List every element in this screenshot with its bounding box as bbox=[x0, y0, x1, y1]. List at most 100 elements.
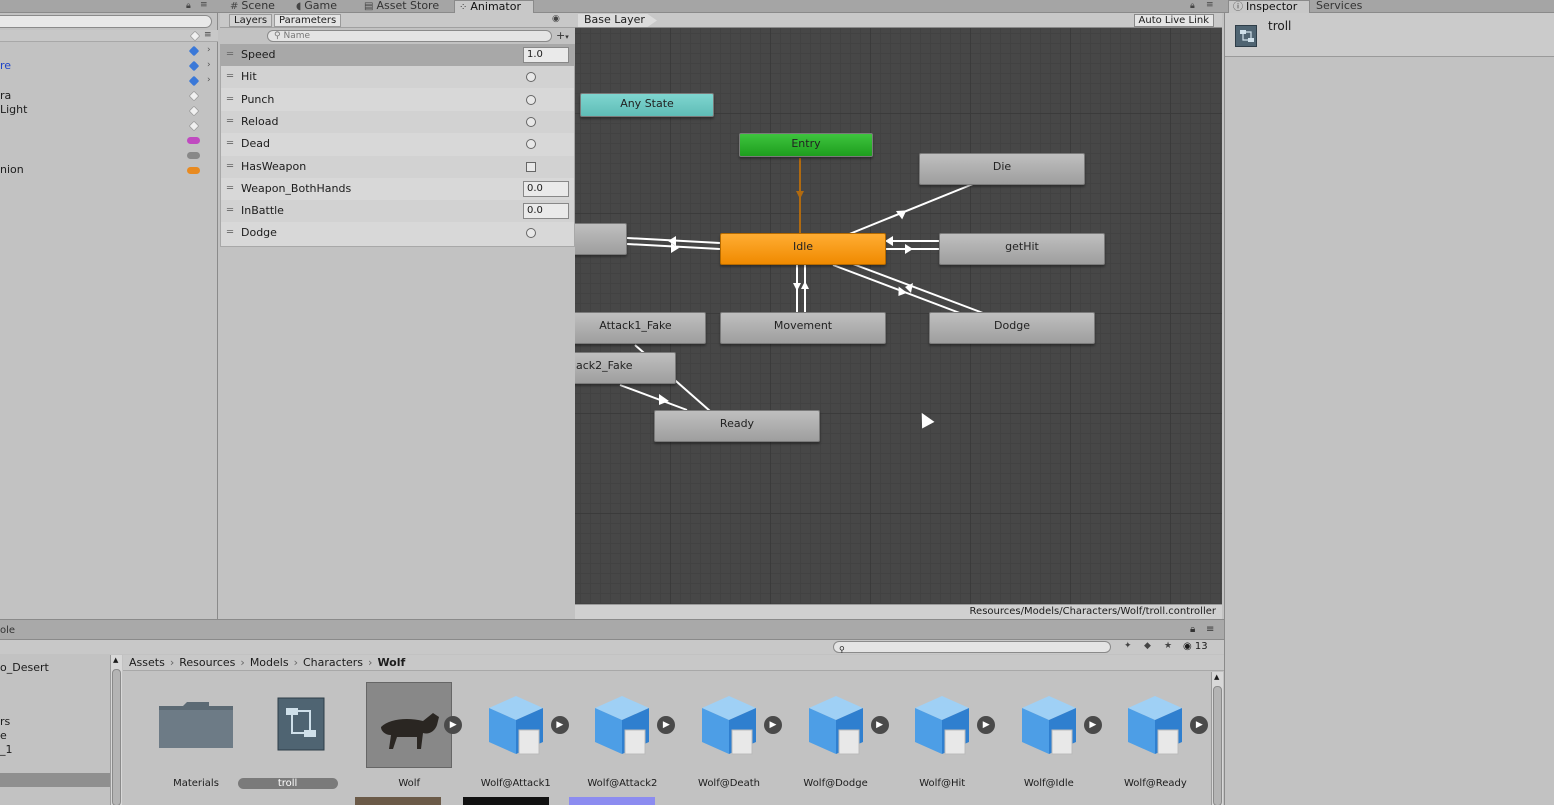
tree-item[interactable]: o_Desert bbox=[0, 661, 49, 674]
state-offscreen[interactable] bbox=[575, 223, 627, 255]
chevron-right-icon[interactable]: › bbox=[207, 75, 211, 85]
asset-thumbnail[interactable] bbox=[463, 797, 549, 805]
console-tab-label[interactable]: ole bbox=[0, 625, 15, 636]
scroll-up-icon[interactable]: ▲ bbox=[113, 656, 118, 664]
hierarchy-item[interactable]: ra bbox=[0, 89, 11, 103]
state-attack2-fake[interactable]: ack2_Fake bbox=[575, 352, 676, 384]
asset-item[interactable]: troll bbox=[237, 682, 346, 792]
parameter-row[interactable]: ═ Dead bbox=[221, 133, 574, 155]
drag-handle-icon[interactable]: ═ bbox=[227, 89, 233, 111]
drag-handle-icon[interactable]: ═ bbox=[227, 178, 233, 200]
state-gethit[interactable]: getHit bbox=[939, 233, 1105, 265]
transition-attack2-ready[interactable] bbox=[619, 384, 688, 411]
state-any-state[interactable]: Any State bbox=[580, 93, 714, 117]
parameter-search-input[interactable]: ⚲ Name bbox=[267, 30, 552, 42]
state-dodge[interactable]: Dodge bbox=[929, 312, 1095, 344]
hierarchy-search-input[interactable] bbox=[0, 15, 212, 28]
tree-item[interactable]: _1 bbox=[0, 743, 13, 756]
asset-scroll-thumb[interactable] bbox=[1213, 686, 1222, 805]
menu-icon[interactable]: ≡ bbox=[1206, 0, 1214, 10]
tree-item[interactable]: rs bbox=[0, 715, 10, 728]
drag-handle-icon[interactable]: ═ bbox=[227, 200, 233, 222]
parameter-row[interactable]: ═ Dodge bbox=[221, 222, 574, 244]
label-icon[interactable]: ◆ bbox=[1144, 641, 1151, 651]
star-icon[interactable]: ★ bbox=[1164, 641, 1172, 651]
tab-game[interactable]: ◖ Game bbox=[292, 0, 341, 13]
state-attack1-fake[interactable]: Attack1_Fake bbox=[575, 312, 706, 344]
breadcrumb-characters[interactable]: Characters bbox=[303, 656, 363, 669]
drag-handle-icon[interactable]: ═ bbox=[227, 133, 233, 155]
menu-icon[interactable]: ≡ bbox=[1206, 624, 1214, 635]
tab-layers[interactable]: Layers bbox=[229, 14, 273, 27]
parameter-value-input[interactable]: 1.0 bbox=[523, 47, 569, 63]
menu-icon[interactable]: ≡ bbox=[200, 0, 208, 10]
lock-icon[interactable]: 🔒︎ bbox=[186, 1, 191, 11]
asset-item[interactable]: ▶ Wolf@Hit bbox=[879, 682, 996, 792]
parameter-row[interactable]: ═ Reload bbox=[221, 110, 574, 133]
state-die[interactable]: Die bbox=[919, 153, 1085, 185]
asset-item[interactable]: ▶ Wolf bbox=[346, 682, 463, 792]
drag-handle-icon[interactable]: ═ bbox=[227, 111, 233, 133]
state-ready[interactable]: Ready bbox=[654, 410, 820, 442]
transition-idle-die[interactable] bbox=[846, 183, 974, 236]
parameter-value-input[interactable]: 0.0 bbox=[523, 203, 569, 220]
parameter-value-input[interactable]: 0.0 bbox=[523, 180, 569, 197]
breadcrumb-wolf[interactable]: Wolf bbox=[377, 656, 405, 669]
parameter-row[interactable]: ═ Hit bbox=[221, 66, 574, 89]
play-icon[interactable]: ▶ bbox=[1190, 716, 1209, 734]
tab-services[interactable]: Services bbox=[1312, 0, 1366, 13]
parameter-row[interactable]: ═ HasWeapon bbox=[221, 155, 574, 178]
tab-parameters[interactable]: Parameters bbox=[274, 14, 342, 27]
asset-item[interactable]: ▶ Wolf@Idle bbox=[986, 682, 1102, 792]
add-parameter-button[interactable]: +▾ bbox=[556, 29, 569, 42]
parameter-checkbox[interactable] bbox=[526, 161, 536, 172]
drag-handle-icon[interactable]: ═ bbox=[227, 66, 233, 88]
drag-handle-icon[interactable]: ═ bbox=[227, 44, 233, 66]
lock-icon[interactable]: 🔒︎ bbox=[1190, 1, 1195, 11]
tree-scrollbar[interactable]: ▲ bbox=[110, 655, 122, 805]
hierarchy-item[interactable]: Light bbox=[0, 103, 27, 117]
hierarchy-item[interactable]: nion bbox=[0, 163, 24, 177]
asset-item[interactable]: ▶ Wolf@Attack1 bbox=[453, 682, 569, 792]
tree-item[interactable]: e bbox=[0, 729, 7, 742]
state-idle[interactable]: Idle bbox=[720, 233, 886, 265]
asset-scrollbar[interactable]: ▲ bbox=[1211, 672, 1223, 805]
hidden-count[interactable]: ◉ 13 bbox=[1183, 640, 1208, 653]
asset-item[interactable]: ▶ Wolf@Dodge bbox=[773, 682, 889, 792]
chevron-right-icon[interactable]: › bbox=[207, 45, 211, 55]
asset-thumbnail[interactable] bbox=[569, 797, 655, 805]
tab-animator[interactable]: ⁘ Animator bbox=[454, 0, 534, 13]
breadcrumb-assets[interactable]: Assets bbox=[129, 656, 165, 669]
parameter-trigger-radio[interactable] bbox=[526, 228, 536, 239]
state-movement[interactable]: Movement bbox=[720, 312, 886, 344]
parameter-trigger-radio[interactable] bbox=[526, 139, 536, 150]
parameter-trigger-radio[interactable] bbox=[526, 72, 536, 83]
animator-graph[interactable]: Base Layer Auto Live Link Any State Entr… bbox=[575, 13, 1222, 619]
tree-selection[interactable] bbox=[0, 773, 110, 787]
tab-inspector[interactable]: ⓘ Inspector bbox=[1228, 0, 1310, 13]
lock-icon[interactable]: 🔒︎ bbox=[1190, 624, 1195, 635]
breadcrumb-resources[interactable]: Resources bbox=[179, 656, 235, 669]
parameter-trigger-radio[interactable] bbox=[526, 116, 536, 127]
asset-item[interactable]: ▶ Wolf@Attack2 bbox=[559, 682, 676, 792]
parameter-trigger-radio[interactable] bbox=[526, 94, 536, 105]
drag-handle-icon[interactable]: ═ bbox=[227, 222, 233, 244]
scroll-up-icon[interactable]: ▲ bbox=[1214, 673, 1219, 681]
parameter-row[interactable]: ═ InBattle 0.0 bbox=[221, 200, 574, 223]
parameter-row[interactable]: ═ Punch bbox=[221, 89, 574, 111]
drag-handle-icon[interactable]: ═ bbox=[227, 156, 233, 178]
transition-dodge-idle[interactable] bbox=[844, 260, 984, 314]
parameter-row[interactable]: ═ Weapon_BothHands 0.0 bbox=[221, 178, 574, 200]
filter-type-icon[interactable]: ✦ bbox=[1124, 641, 1132, 651]
breadcrumb-models[interactable]: Models bbox=[250, 656, 289, 669]
asset-item[interactable]: ▶ Wolf@Ready bbox=[1092, 682, 1209, 792]
tab-asset-store[interactable]: ▤ Asset Store bbox=[360, 0, 443, 13]
state-entry[interactable]: Entry bbox=[739, 133, 873, 157]
tree-scroll-thumb[interactable] bbox=[112, 669, 121, 805]
tab-scene[interactable]: # Scene bbox=[226, 0, 279, 13]
chevron-right-icon[interactable]: › bbox=[207, 60, 211, 70]
asset-item[interactable]: Materials bbox=[133, 682, 239, 792]
asset-thumbnail[interactable] bbox=[355, 797, 441, 805]
project-search-input[interactable]: ⚲ bbox=[833, 641, 1111, 654]
hierarchy-item[interactable]: re bbox=[0, 59, 11, 73]
